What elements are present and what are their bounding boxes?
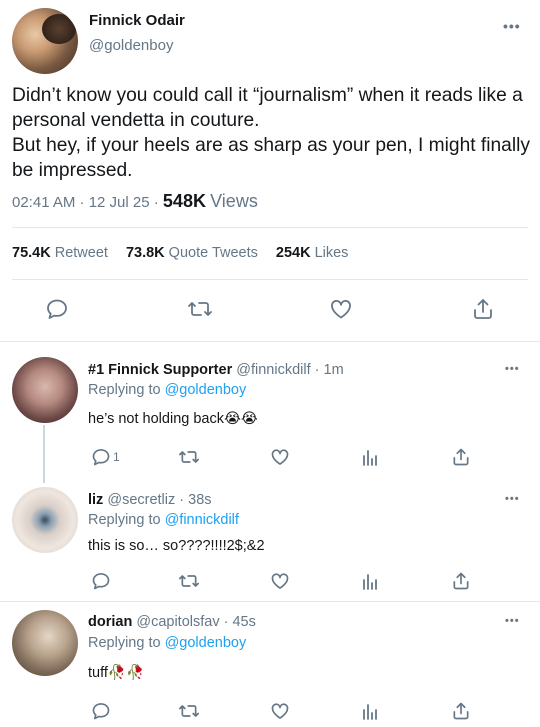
reply-tweet: dorian @capitolsfav · 45s ••• Replying t… bbox=[0, 602, 540, 727]
reply-icon[interactable] bbox=[91, 571, 111, 591]
reply-text: he’s not holding back😭😭 bbox=[88, 411, 258, 427]
replying-to: Replying to @finnickdilf bbox=[88, 512, 239, 528]
reply-text: tuff🥀🥀 bbox=[88, 665, 144, 681]
retweet-stat[interactable]: 75.4K Retweet bbox=[12, 245, 108, 261]
more-icon[interactable]: ••• bbox=[505, 615, 520, 627]
tweet-stats: 75.4K Retweet 73.8K Quote Tweets 254K Li… bbox=[12, 245, 348, 261]
replying-to-link[interactable]: @goldenboy bbox=[165, 635, 247, 651]
retweet-icon[interactable] bbox=[178, 447, 200, 467]
reply-icon[interactable] bbox=[91, 447, 111, 467]
reply-icon[interactable] bbox=[45, 297, 69, 321]
retweet-icon[interactable] bbox=[178, 701, 200, 721]
share-icon[interactable] bbox=[471, 297, 495, 321]
reply-author[interactable]: dorian @capitolsfav · 45s bbox=[88, 614, 256, 630]
divider bbox=[12, 227, 528, 228]
views-label: Views bbox=[210, 191, 258, 211]
heart-icon[interactable] bbox=[270, 447, 290, 467]
reply-icon[interactable] bbox=[91, 701, 111, 721]
share-icon[interactable] bbox=[451, 447, 471, 467]
share-icon[interactable] bbox=[451, 701, 471, 721]
divider bbox=[12, 279, 528, 280]
reply-count: 1 bbox=[113, 450, 120, 464]
author-handle[interactable]: @goldenboy bbox=[89, 37, 173, 54]
replying-to: Replying to @goldenboy bbox=[88, 635, 247, 651]
replying-to: Replying to @goldenboy bbox=[88, 382, 247, 398]
tweet-text: Didn’t know you could call it “journalis… bbox=[12, 85, 530, 181]
heart-icon[interactable] bbox=[270, 571, 290, 591]
avatar[interactable] bbox=[12, 610, 78, 676]
heart-icon[interactable] bbox=[270, 701, 290, 721]
retweet-icon[interactable] bbox=[187, 297, 213, 321]
share-icon[interactable] bbox=[451, 571, 471, 591]
author-name[interactable]: Finnick Odair bbox=[89, 12, 185, 29]
more-icon[interactable]: ••• bbox=[505, 493, 520, 505]
reply-text: this is so… so????!!!!2$;&2 bbox=[88, 538, 265, 554]
tweet-timestamp: 02:41 AM · 12 Jul 25 · bbox=[12, 194, 159, 211]
views-count[interactable]: 548K bbox=[163, 191, 206, 211]
thread-line bbox=[43, 425, 45, 483]
more-icon[interactable]: ••• bbox=[503, 18, 521, 34]
likes-stat[interactable]: 254K Likes bbox=[276, 245, 349, 261]
reply-author[interactable]: liz @secretliz · 38s bbox=[88, 492, 212, 508]
more-icon[interactable]: ••• bbox=[505, 363, 520, 375]
avatar[interactable] bbox=[12, 487, 78, 553]
replying-to-link[interactable]: @goldenboy bbox=[165, 382, 247, 398]
replying-to-link[interactable]: @finnickdilf bbox=[165, 512, 239, 528]
tweet-meta: 02:41 AM · 12 Jul 25 · 548K Views bbox=[12, 191, 258, 212]
analytics-icon[interactable] bbox=[360, 447, 380, 467]
reply-author[interactable]: #1 Finnick Supporter @finnickdilf · 1m bbox=[88, 362, 344, 378]
avatar[interactable] bbox=[12, 357, 78, 423]
analytics-icon[interactable] bbox=[360, 701, 380, 721]
reply-tweet: #1 Finnick Supporter @finnickdilf · 1m •… bbox=[0, 341, 540, 483]
avatar[interactable] bbox=[12, 8, 78, 74]
quote-stat[interactable]: 73.8K Quote Tweets bbox=[126, 245, 258, 261]
retweet-icon[interactable] bbox=[178, 571, 200, 591]
main-action-bar bbox=[0, 297, 540, 327]
heart-icon[interactable] bbox=[329, 297, 353, 321]
analytics-icon[interactable] bbox=[360, 571, 380, 591]
reply-tweet: liz @secretliz · 38s ••• Replying to @fi… bbox=[0, 481, 540, 601]
